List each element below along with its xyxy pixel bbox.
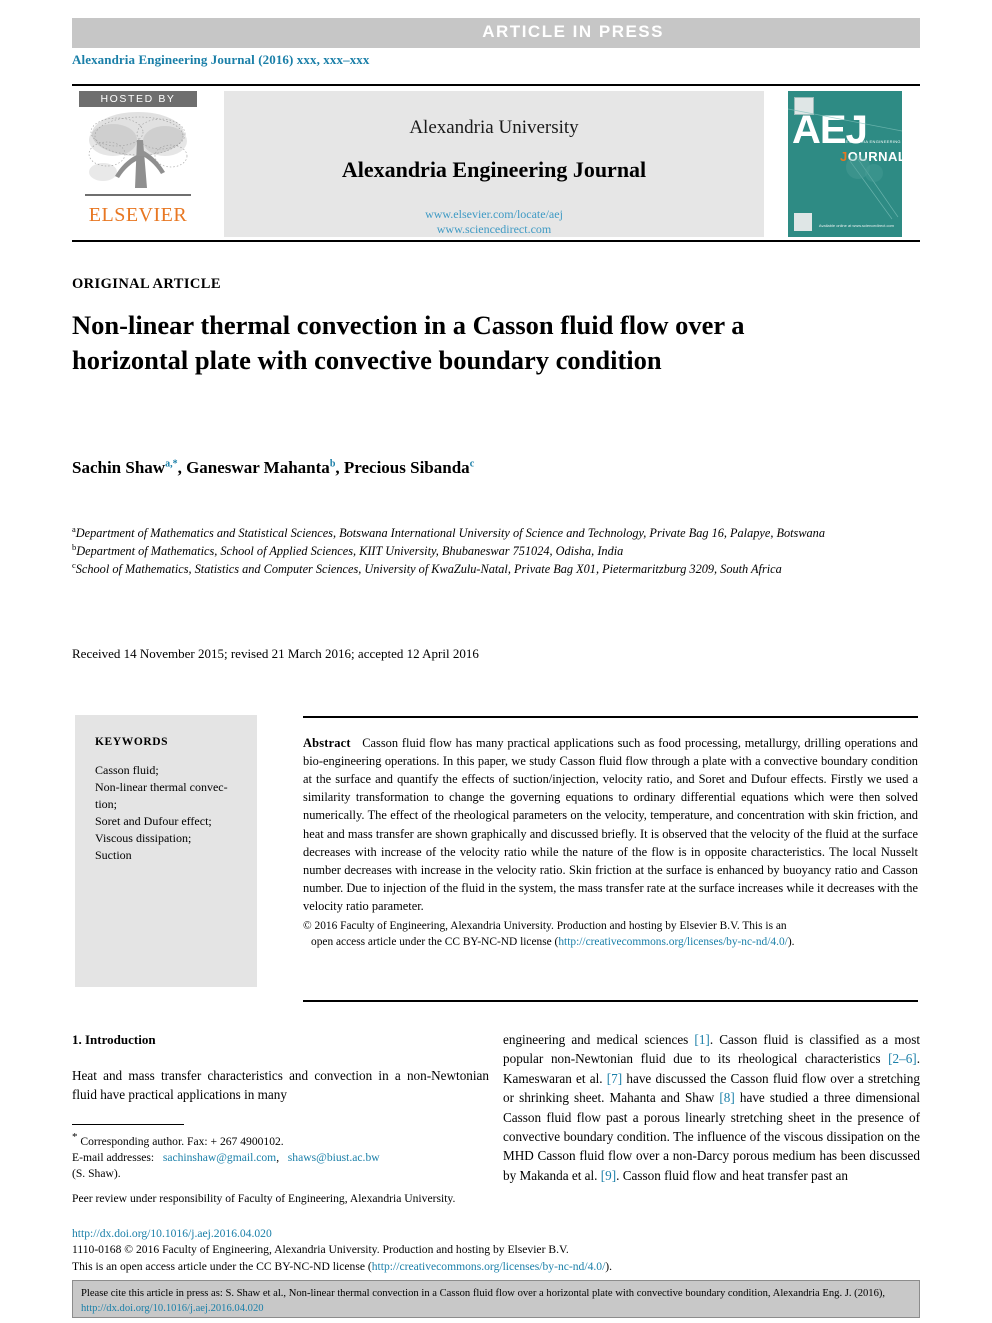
email-owner: (S. Shaw). — [72, 1167, 121, 1181]
cite-text: Please cite this article in press as: S.… — [73, 1281, 919, 1316]
open-access-line: This is an open access article under the… — [72, 1259, 932, 1275]
journal-masthead: HOSTED BY ELSEVIER Alexandria University… — [72, 84, 920, 242]
keywords-list: Casson fluid; Non-linear thermal convec-… — [95, 763, 228, 863]
affiliation-item: bDepartment of Mathematics, School of Ap… — [72, 542, 902, 560]
doi-copyright-block: http://dx.doi.org/10.1016/j.aej.2016.04.… — [72, 1226, 932, 1275]
intro-paragraph-left: Heat and mass transfer characteristics a… — [72, 1068, 489, 1103]
footnote-area: * Corresponding author. Fax: + 267 49001… — [72, 1124, 489, 1207]
journal-title: Alexandria Engineering Journal — [341, 157, 647, 182]
affiliation-item: aDepartment of Mathematics and Statistic… — [72, 524, 902, 542]
citation-reference[interactable]: [7] — [607, 1071, 622, 1086]
abstract-copyright-line1: © 2016 Faculty of Engineering, Alexandri… — [303, 920, 787, 933]
author-entry[interactable]: Ganeswar Mahantab — [186, 458, 335, 477]
author-email-1[interactable]: sachinshaw@gmail.com — [163, 1151, 276, 1164]
citation-reference[interactable]: [1] — [694, 1032, 709, 1047]
body-column-right: engineering and medical sciences [1]. Ca… — [503, 1032, 920, 1185]
article-history: Received 14 November 2015; revised 21 Ma… — [72, 646, 479, 661]
hosted-by-label: HOSTED BY — [79, 91, 197, 107]
author-affiliation-mark: b — [329, 458, 336, 470]
affiliation-text: School of Mathematics, Statistics and Co… — [75, 561, 782, 576]
abstract-top-rule — [303, 716, 918, 718]
article-type-label: ORIGINAL ARTICLE — [72, 276, 221, 292]
article-title: Non-linear thermal convection in a Casso… — [72, 310, 745, 376]
abstract-text: Casson fluid flow has many practical app… — [303, 736, 918, 913]
affiliation-list: aDepartment of Mathematics and Statistic… — [72, 524, 902, 577]
author-list: Sachin Shawa,*, Ganeswar Mahantab, Preci… — [72, 458, 475, 477]
article-in-press-label: ARTICLE IN PRESS — [482, 22, 664, 41]
elsevier-tree-icon — [79, 110, 197, 206]
journal-citation-line: Alexandria Engineering Journal (2016) xx… — [72, 52, 370, 67]
citation-reference[interactable]: [9] — [601, 1168, 616, 1183]
cc-license-link[interactable]: http://creativecommons.org/licenses/by-n… — [558, 936, 787, 948]
cite-doi-link[interactable]: http://dx.doi.org/10.1016/j.aej.2016.04.… — [81, 1303, 264, 1314]
footnote-corresponding-author: * Corresponding author. Fax: + 267 49001… — [72, 1130, 489, 1150]
cc-license-link-footer[interactable]: http://creativecommons.org/licenses/by-n… — [372, 1260, 606, 1273]
abstract-block: Abstract Casson fluid flow has many prac… — [303, 734, 918, 950]
elsevier-wordmark: ELSEVIER — [88, 204, 188, 226]
author-affiliation-mark: c — [469, 458, 475, 470]
publisher-university: Alexandria University — [409, 117, 579, 138]
abstract-copyright: © 2016 Faculty of Engineering, Alexandri… — [303, 918, 918, 950]
abstract-license-line: open access article under the CC BY-NC-N… — [303, 934, 918, 950]
elsevier-logo-block: HOSTED BY ELSEVIER — [74, 91, 202, 239]
footnote-divider — [72, 1124, 184, 1125]
article-in-press-banner: ARTICLE IN PRESS — [72, 18, 920, 48]
please-cite-box: Please cite this article in press as: S.… — [72, 1280, 920, 1318]
abstract-bottom-rule — [303, 1000, 918, 1002]
affiliation-text: Department of Mathematics and Statistica… — [75, 526, 825, 541]
keywords-box: KEYWORDS Casson fluid; Non-linear therma… — [75, 715, 257, 987]
author-name: Ganeswar Mahanta — [186, 458, 330, 477]
asterisk-icon: * — [72, 1131, 78, 1143]
keywords-heading: KEYWORDS — [95, 736, 169, 748]
author-affiliation-mark: a,* — [165, 458, 178, 470]
affiliation-item: cSchool of Mathematics, Statistics and C… — [72, 560, 902, 578]
masthead-center-panel: Alexandria University Alexandria Enginee… — [224, 91, 764, 237]
doi-link[interactable]: http://dx.doi.org/10.1016/j.aej.2016.04.… — [72, 1226, 932, 1242]
footnote-peer-review: Peer review under responsibility of Facu… — [72, 1191, 456, 1205]
author-name: Sachin Shaw — [72, 458, 166, 477]
cover-footer-text: Available online at www.sciencedirect.co… — [818, 222, 894, 228]
author-email-2[interactable]: shaws@biust.ac.bw — [288, 1151, 380, 1164]
journal-cover-thumbnail: AEJ ALEXANDRIA ENGINEERING JOURNAL Avail… — [788, 91, 902, 237]
cite-line-1: Please cite this article in press as: S.… — [81, 1288, 771, 1299]
affiliation-text: Department of Mathematics, School of App… — [76, 543, 624, 558]
masthead-links: www.elsevier.com/locate/aej www.scienced… — [224, 183, 764, 237]
body-column-left: 1. Introduction Heat and mass transfer c… — [72, 1032, 489, 1105]
cover-elsevier-mark-icon — [794, 213, 812, 231]
sciencedirect-link[interactable]: www.sciencedirect.com — [224, 222, 764, 237]
open-access-post: ). — [605, 1259, 613, 1273]
author-entry[interactable]: Precious Sibandac — [344, 458, 474, 477]
issn-copyright-line: 1110-0168 © 2016 Faculty of Engineering,… — [72, 1243, 569, 1257]
abstract-license-post: ). — [787, 936, 795, 949]
footnote-emails: E-mail addresses: sachinshaw@gmail.com, … — [72, 1151, 380, 1181]
citation-reference[interactable]: [2–6] — [888, 1051, 917, 1066]
author-name: Precious Sibanda — [343, 458, 470, 477]
intro-paragraph-right: engineering and medical sciences [1]. Ca… — [503, 1032, 920, 1183]
corresponding-author-text: Corresponding author. Fax: + 267 4900102… — [80, 1134, 284, 1148]
abstract-license-pre: open access article under the CC BY-NC-N… — [311, 936, 559, 949]
citation-reference[interactable]: [8] — [719, 1090, 734, 1105]
abstract-label: Abstract — [303, 736, 351, 750]
open-access-pre: This is an open access article under the… — [72, 1259, 372, 1273]
author-entry[interactable]: Sachin Shawa,* — [72, 458, 178, 477]
cite-line-2-pre: Alexandria Eng. J. (2016), — [772, 1288, 886, 1299]
article-page: ARTICLE IN PRESS Alexandria Engineering … — [0, 0, 992, 1323]
section-heading-introduction: 1. Introduction — [72, 1032, 156, 1047]
elsevier-locate-link[interactable]: www.elsevier.com/locate/aej — [224, 207, 764, 222]
email-label: E-mail addresses: — [72, 1151, 155, 1165]
